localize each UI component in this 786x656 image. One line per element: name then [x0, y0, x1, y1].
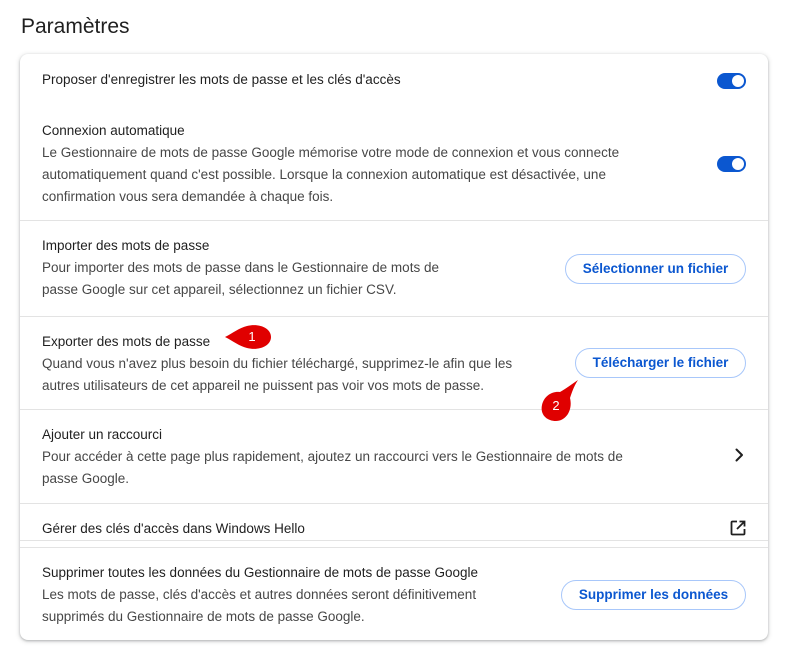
chevron-right-icon[interactable]	[729, 445, 749, 465]
setting-row-shortcut[interactable]: Ajouter un raccourci Pour accéder à cett…	[20, 410, 768, 503]
shortcut-description: Pour accéder à cette page plus rapidemen…	[42, 446, 682, 490]
page-title: Paramètres	[21, 15, 130, 38]
settings-card: Proposer d'enregistrer les mots de passe…	[20, 54, 768, 640]
shortcut-title: Ajouter un raccourci	[42, 427, 163, 442]
auto-signin-desc-line: confirmation vous sera demandée à chaque…	[42, 189, 334, 204]
divider	[20, 540, 768, 541]
setting-row-delete-data: Supprimer toutes les données du Gestionn…	[20, 548, 768, 640]
delete-data-description: Les mots de passe, clés d'accès et autre…	[42, 584, 542, 628]
delete-data-title: Supprimer toutes les données du Gestionn…	[42, 565, 479, 580]
setting-row-auto-signin: Connexion automatique Le Gestionnaire de…	[20, 102, 768, 220]
offer-save-toggle[interactable]	[717, 73, 746, 89]
import-title: Importer des mots de passe	[42, 238, 210, 253]
auto-signin-title: Connexion automatique	[42, 123, 185, 138]
annotation-number: 2	[552, 398, 560, 413]
auto-signin-description: Le Gestionnaire de mots de passe Google …	[42, 142, 682, 208]
download-file-button[interactable]: Télécharger le fichier	[575, 348, 746, 378]
import-desc-line: Pour importer des mots de passe dans le …	[42, 260, 439, 275]
delete-data-desc-line: supprimés du Gestionnaire de mots de pas…	[42, 609, 365, 624]
delete-data-desc-line: Les mots de passe, clés d'accès et autre…	[42, 587, 477, 602]
open-in-new-icon[interactable]	[728, 518, 748, 538]
auto-signin-desc-line: automatiquement quand c'est possible. Lo…	[42, 167, 606, 182]
export-description: Quand vous n'avez plus besoin du fichier…	[42, 353, 562, 397]
annotation-number: 1	[248, 329, 256, 344]
setting-row-export: Exporter des mots de passe Quand vous n'…	[20, 317, 768, 409]
annotation-marker-2: 2	[540, 378, 580, 422]
windows-hello-title: Gérer des clés d'accès dans Windows Hell…	[42, 521, 305, 536]
toggle-knob	[732, 75, 744, 87]
setting-row-windows-hello[interactable]: Gérer des clés d'accès dans Windows Hell…	[20, 504, 768, 540]
offer-save-title: Proposer d'enregistrer les mots de passe…	[42, 72, 401, 87]
export-desc-line: Quand vous n'avez plus besoin du fichier…	[42, 356, 513, 371]
settings-page: Paramètres Proposer d'enregistrer les mo…	[0, 0, 786, 656]
export-title: Exporter des mots de passe	[42, 334, 211, 349]
auto-signin-toggle[interactable]	[717, 156, 746, 172]
import-description: Pour importer des mots de passe dans le …	[42, 257, 522, 301]
shortcut-desc-line: Pour accéder à cette page plus rapidemen…	[42, 449, 623, 464]
shortcut-desc-line: passe Google.	[42, 471, 130, 486]
select-file-button[interactable]: Sélectionner un fichier	[565, 254, 746, 284]
import-desc-line: passe Google sur cet appareil, sélection…	[42, 282, 397, 297]
setting-row-import: Importer des mots de passe Pour importer…	[20, 221, 768, 316]
export-desc-line: autres utilisateurs de cet appareil ne p…	[42, 378, 484, 393]
setting-row-offer-save: Proposer d'enregistrer les mots de passe…	[20, 54, 768, 102]
toggle-knob	[732, 158, 744, 170]
auto-signin-desc-line: Le Gestionnaire de mots de passe Google …	[42, 145, 620, 160]
annotation-marker-1: 1	[225, 324, 271, 350]
delete-data-button[interactable]: Supprimer les données	[561, 580, 746, 610]
